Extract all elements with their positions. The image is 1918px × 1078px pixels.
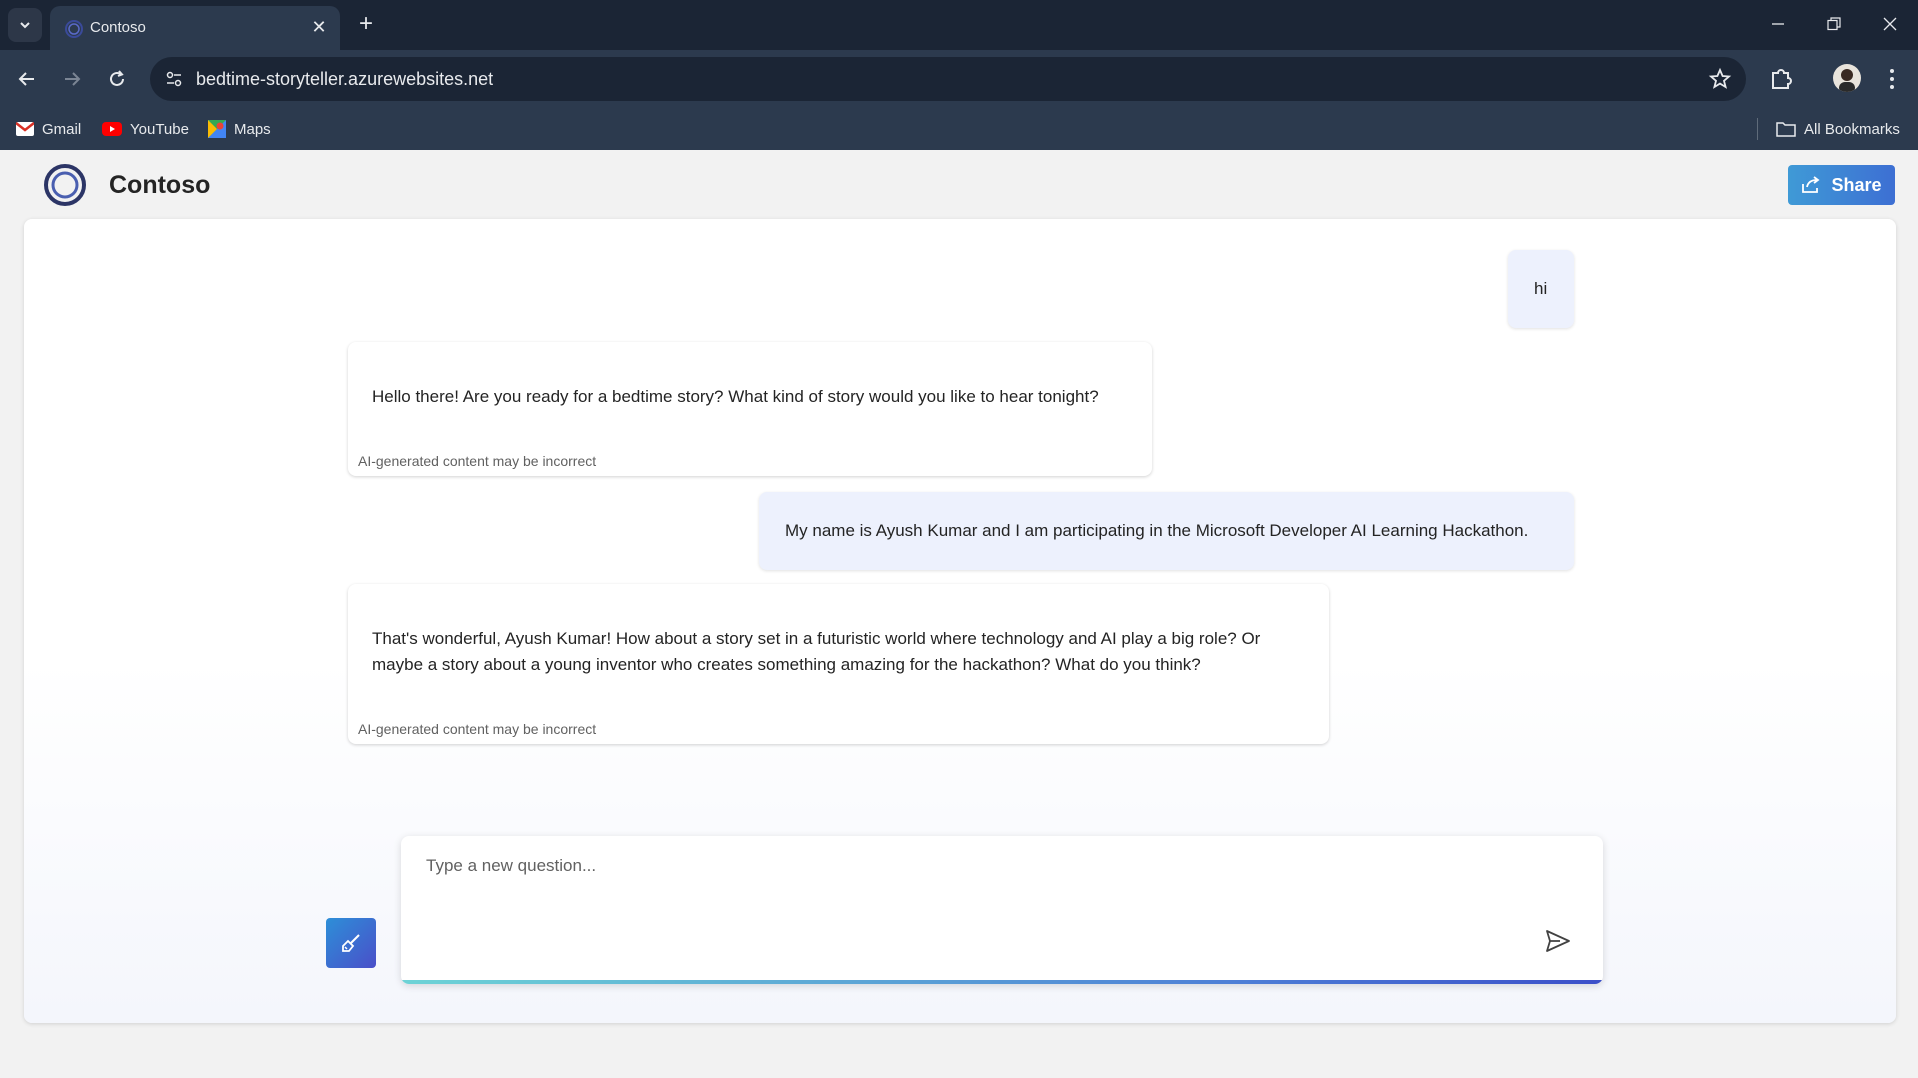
restore-icon — [1827, 17, 1841, 31]
maps-icon — [208, 120, 226, 138]
message-text: That's wonderful, Ayush Kumar! How about… — [372, 629, 1261, 674]
all-bookmarks-button[interactable]: All Bookmarks — [1776, 118, 1900, 140]
arrow-left-icon — [18, 72, 34, 86]
message-text: Hello there! Are you ready for a bedtime… — [372, 387, 1099, 406]
youtube-icon — [102, 122, 122, 136]
browser-tab-bar: Contoso ✕ + — [0, 0, 1918, 50]
minimize-button[interactable] — [1758, 8, 1798, 40]
message-text: My name is Ayush Kumar and I am particip… — [785, 521, 1529, 540]
browser-toolbar: bedtime-storyteller.azurewebsites.net — [0, 50, 1918, 108]
share-button[interactable]: Share — [1788, 165, 1895, 205]
profile-photo-icon — [1839, 69, 1855, 92]
close-window-button[interactable] — [1870, 8, 1910, 40]
contoso-favicon-icon — [65, 20, 83, 38]
forward-button[interactable] — [57, 64, 87, 94]
message-text: hi — [1534, 279, 1548, 298]
tab-search-button[interactable] — [8, 8, 42, 42]
bookmarks-bar: Gmail YouTube Maps All Bookmarks — [0, 108, 1918, 150]
new-tab-button[interactable]: + — [352, 10, 380, 38]
question-input[interactable]: Type a new question... — [401, 836, 1603, 984]
share-label: Share — [1831, 174, 1882, 195]
browser-menu-button[interactable] — [1880, 64, 1904, 94]
user-message: My name is Ayush Kumar and I am particip… — [759, 492, 1574, 570]
bookmark-star-icon[interactable] — [1708, 67, 1732, 91]
url-text[interactable]: bedtime-storyteller.azurewebsites.net — [196, 69, 493, 90]
input-accent-bar — [401, 980, 1603, 984]
broom-icon — [342, 934, 360, 952]
ai-disclaimer: AI-generated content may be incorrect — [358, 721, 597, 737]
browser-tab[interactable]: Contoso ✕ — [50, 6, 340, 50]
folder-icon — [1776, 122, 1796, 137]
reload-button[interactable] — [102, 64, 132, 94]
share-icon — [1802, 176, 1820, 193]
tab-close-icon[interactable]: ✕ — [308, 16, 330, 38]
site-info-icon[interactable] — [160, 65, 188, 93]
input-placeholder: Type a new question... — [426, 856, 597, 875]
address-bar[interactable]: bedtime-storyteller.azurewebsites.net — [150, 57, 1746, 101]
bookmark-label: YouTube — [130, 120, 189, 138]
bookmark-label: Maps — [234, 120, 271, 138]
minimize-icon — [1772, 23, 1784, 25]
ai-disclaimer: AI-generated content may be incorrect — [358, 453, 597, 469]
close-icon — [1883, 17, 1897, 31]
clear-chat-button[interactable] — [326, 918, 376, 968]
bookmark-label: Gmail — [42, 120, 82, 138]
bookmark-maps[interactable]: Maps — [208, 118, 271, 140]
tab-title: Contoso — [90, 19, 146, 36]
contoso-logo-icon — [44, 164, 86, 206]
gmail-icon — [16, 122, 34, 136]
user-message: hi — [1508, 250, 1574, 328]
send-icon[interactable] — [1543, 926, 1573, 956]
profile-avatar[interactable] — [1833, 64, 1861, 92]
bookmark-gmail[interactable]: Gmail — [16, 118, 81, 140]
all-bookmarks-label: All Bookmarks — [1804, 120, 1900, 138]
reload-icon — [110, 70, 124, 86]
app-title: Contoso — [109, 171, 211, 199]
assistant-message: Hello there! Are you ready for a bedtime… — [348, 342, 1152, 476]
bookmark-youtube[interactable]: YouTube — [102, 118, 189, 140]
assistant-message: That's wonderful, Ayush Kumar! How about… — [348, 584, 1329, 744]
app-header: Contoso Share — [0, 151, 1918, 221]
chevron-down-icon — [20, 22, 30, 29]
bookmarks-divider — [1757, 118, 1758, 140]
arrow-right-icon — [65, 72, 81, 86]
restore-button[interactable] — [1814, 8, 1854, 40]
back-button[interactable] — [12, 64, 42, 94]
extensions-puzzle-icon[interactable] — [1766, 64, 1796, 94]
